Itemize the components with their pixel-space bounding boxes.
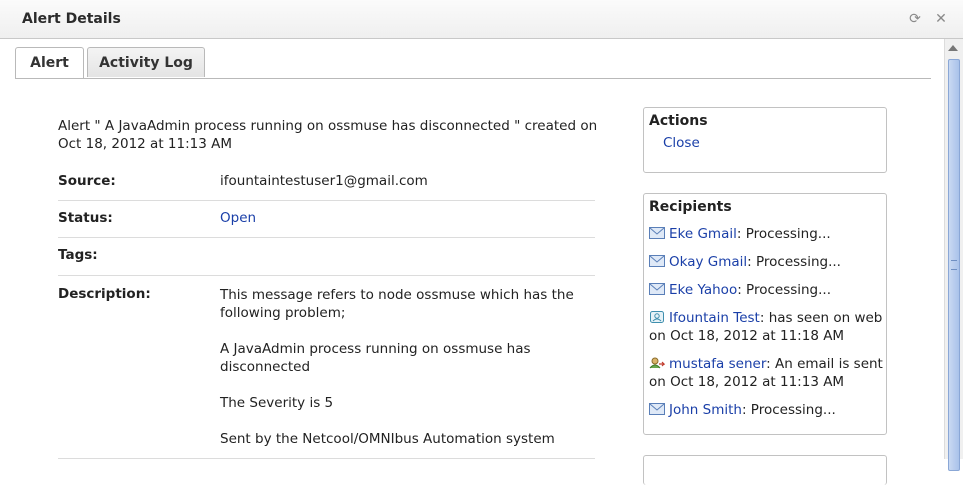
refresh-icon[interactable]: ⟳ [907, 11, 923, 27]
recipient-name-link[interactable]: John Smith [669, 402, 742, 418]
vertical-scrollbar[interactable] [944, 39, 963, 471]
alert-details-table: Source: ifountaintestuser1@gmail.com Sta… [58, 165, 595, 459]
description-row: Description: This message refers to node… [58, 276, 595, 459]
recipient-item: mustafa sener: An email is sent on Oct 1… [649, 355, 885, 391]
window-title: Alert Details [22, 11, 121, 27]
actions-title: Actions [649, 113, 708, 129]
recipient-item: Ifountain Test: has seen on web on Oct 1… [649, 309, 885, 345]
description-line: This message refers to node ossmuse whic… [220, 287, 574, 321]
email-icon [649, 283, 665, 295]
tags-label: Tags: [58, 247, 98, 263]
recipient-name-link[interactable]: Eke Gmail [669, 226, 737, 242]
recipients-title: Recipients [649, 199, 732, 215]
recipient-item: Okay Gmail: Processing... [649, 253, 885, 271]
tags-row: Tags: [58, 238, 595, 276]
email-icon [649, 227, 665, 239]
scrollbar-thumb[interactable] [948, 59, 960, 471]
close-alert-link[interactable]: Close [663, 135, 700, 151]
actions-panel: Actions Close [643, 107, 887, 173]
next-panel [643, 455, 887, 485]
title-bar: Alert Details ⟳ ✕ [0, 0, 963, 39]
status-row: Status: Open [58, 201, 595, 238]
status-value-link[interactable]: Open [220, 210, 256, 226]
recipient-status: : Processing... [741, 402, 836, 418]
description-label: Description: [58, 286, 151, 302]
email-icon [649, 403, 665, 415]
recipient-status: : Processing... [737, 282, 832, 298]
source-value: ifountaintestuser1@gmail.com [220, 173, 428, 189]
description-line: A JavaAdmin process running on ossmuse h… [220, 341, 531, 375]
status-label: Status: [58, 210, 113, 226]
tab-activity-log[interactable]: Activity Log [87, 47, 205, 77]
scroll-up-arrow-icon[interactable] [948, 45, 958, 51]
alert-summary: Alert " A JavaAdmin process running on o… [58, 118, 598, 152]
tab-bar: Alert Activity Log [15, 47, 931, 79]
web-seen-icon [650, 311, 664, 323]
recipient-status: : Processing... [736, 226, 831, 242]
recipient-name-link[interactable]: Eke Yahoo [669, 282, 737, 298]
source-label: Source: [58, 173, 116, 189]
recipient-name-link[interactable]: Ifountain Test [669, 310, 760, 326]
close-icon[interactable]: ✕ [933, 11, 949, 27]
recipients-panel: Recipients Eke Gmail: Processing... Okay… [643, 193, 887, 435]
recipient-name-link[interactable]: mustafa sener [669, 356, 766, 372]
source-row: Source: ifountaintestuser1@gmail.com [58, 165, 595, 201]
grip-icon [951, 260, 957, 270]
recipient-item: John Smith: Processing... [649, 401, 885, 419]
email-icon [649, 255, 665, 267]
recipient-item: Eke Gmail: Processing... [649, 225, 885, 243]
recipient-name-link[interactable]: Okay Gmail [669, 254, 747, 270]
description-line: Sent by the Netcool/OMNIbus Automation s… [220, 431, 555, 447]
description-text: This message refers to node ossmuse whic… [220, 286, 590, 466]
description-line: The Severity is 5 [220, 395, 334, 411]
tab-alert[interactable]: Alert [15, 47, 84, 78]
recipient-item: Eke Yahoo: Processing... [649, 281, 885, 299]
recipient-status: : Processing... [747, 254, 841, 270]
email-sent-icon [649, 357, 665, 369]
